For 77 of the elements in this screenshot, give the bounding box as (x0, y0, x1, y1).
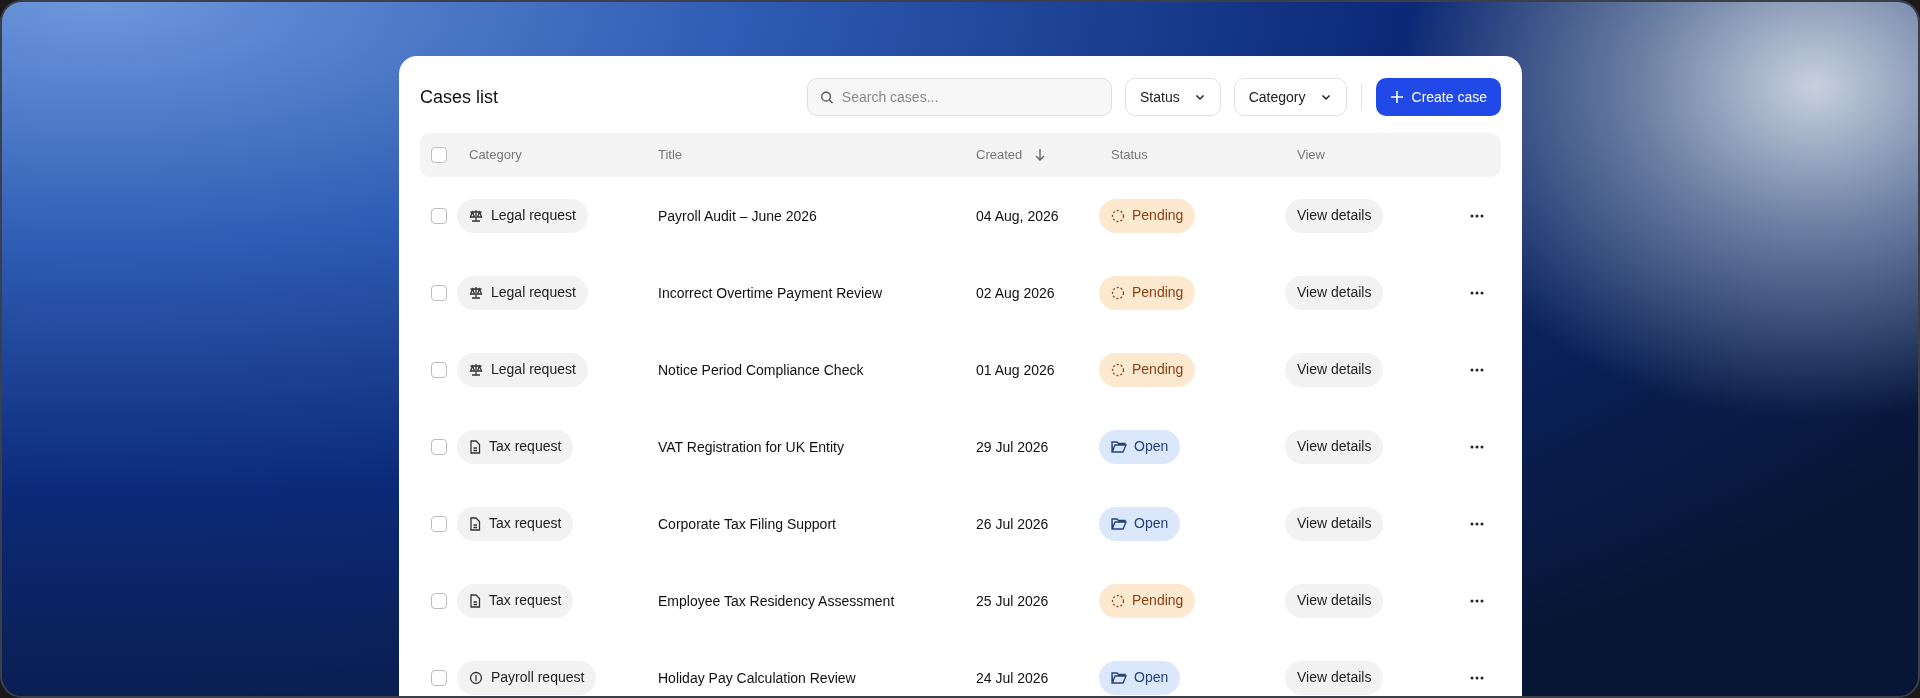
view-details-button[interactable]: View details (1285, 583, 1384, 618)
checkbox[interactable] (431, 207, 447, 224)
category-tag: Tax request (457, 506, 574, 541)
scales-icon (469, 209, 483, 222)
page-title: Cases list (420, 85, 499, 109)
dashed-circle-icon (1111, 362, 1125, 377)
category-tag: Tax request (457, 583, 574, 618)
table-cell: 02 Aug 2026 (976, 284, 1055, 301)
create-case-button[interactable]: Create case (1375, 78, 1501, 116)
table-cell: 24 Jul 2026 (976, 669, 1049, 686)
table-cell: Employee Tax Residency Assessment (658, 592, 895, 609)
more-icon[interactable] (1470, 213, 1484, 218)
more-icon[interactable] (1470, 598, 1484, 603)
status-badge: Pending (1099, 583, 1196, 618)
table-cell: 26 Jul 2026 (976, 515, 1049, 532)
search-input[interactable]: Search cases... (841, 86, 1099, 108)
plus-icon (1389, 90, 1404, 104)
category-tag: Legal request (457, 352, 588, 387)
more-icon[interactable] (1470, 444, 1484, 449)
view-details-button[interactable]: View details (1285, 429, 1384, 464)
checkbox[interactable] (431, 592, 447, 609)
dashed-circle-icon (1111, 285, 1125, 300)
table-cell: 25 Jul 2026 (976, 592, 1049, 609)
filter-dropdown[interactable]: Category (1233, 78, 1347, 116)
search-icon (820, 89, 834, 105)
table-cell: 01 Aug 2026 (976, 361, 1055, 378)
more-icon[interactable] (1470, 290, 1484, 295)
filter-dropdown[interactable]: Status (1125, 78, 1221, 116)
table-cell: Incorrect Overtime Payment Review (658, 284, 883, 301)
view-details-button[interactable]: View details (1285, 506, 1384, 541)
status-badge: Open (1099, 429, 1181, 464)
more-icon[interactable] (1470, 367, 1484, 372)
view-details-button[interactable]: View details (1285, 198, 1384, 233)
arrow-down-icon (1034, 148, 1047, 162)
dashed-circle-icon (1111, 208, 1125, 223)
category-tag: Legal request (457, 275, 588, 310)
checkbox[interactable] (431, 515, 447, 532)
column-header: Status (1111, 146, 1148, 165)
view-details-button[interactable]: View details (1285, 352, 1384, 387)
checkbox[interactable] (431, 284, 447, 301)
scales-icon (469, 363, 483, 376)
column-header[interactable]: Created (976, 145, 1023, 165)
status-badge: Pending (1099, 352, 1196, 387)
search-field[interactable]: Search cases... (807, 78, 1112, 116)
column-header: Title (658, 146, 683, 165)
column-header: View (1297, 146, 1325, 165)
view-details-button[interactable]: View details (1285, 660, 1384, 695)
table-cell: VAT Registration for UK Entity (658, 438, 844, 455)
status-badge: Open (1099, 506, 1181, 541)
table-cell: 04 Aug, 2026 (976, 207, 1059, 224)
checkbox[interactable] (431, 669, 447, 686)
document-icon (469, 593, 481, 608)
checkbox[interactable] (431, 361, 447, 378)
category-tag: Legal request (457, 198, 588, 233)
view-details-button[interactable]: View details (1285, 275, 1384, 310)
document-icon (469, 516, 481, 531)
folder-icon (1111, 440, 1127, 453)
table-cell: Holiday Pay Calculation Review (658, 669, 856, 686)
more-icon[interactable] (1470, 521, 1484, 526)
status-badge: Pending (1099, 198, 1196, 233)
table-cell: Corporate Tax Filing Support (658, 515, 836, 532)
column-header: Category (469, 146, 522, 165)
table-cell: 29 Jul 2026 (976, 438, 1049, 455)
dashed-circle-icon (1111, 593, 1125, 608)
checkbox[interactable] (431, 438, 447, 455)
status-badge: Pending (1099, 275, 1196, 310)
checkbox[interactable] (431, 147, 447, 163)
status-badge: Open (1099, 660, 1181, 695)
scales-icon (469, 286, 483, 299)
folder-icon (1111, 671, 1127, 684)
document-icon (469, 439, 481, 454)
folder-icon (1111, 517, 1127, 530)
category-tag: Payroll request (457, 660, 597, 695)
category-tag: Tax request (457, 429, 574, 464)
table-cell: Notice Period Compliance Check (658, 361, 864, 378)
table-cell: Payroll Audit – June 2026 (658, 207, 817, 224)
more-icon[interactable] (1470, 675, 1484, 680)
